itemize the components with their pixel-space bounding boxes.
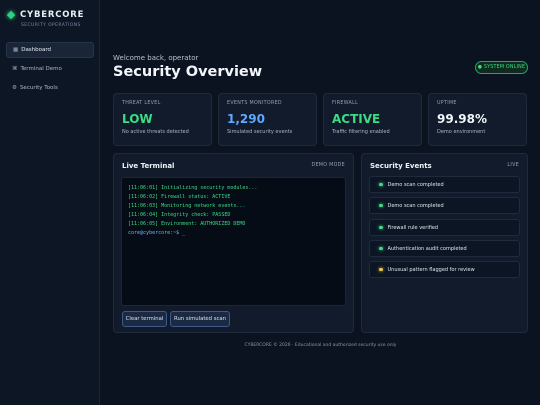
card-value: ACTIVE (332, 112, 381, 126)
run-simulated-scan-button[interactable]: Run simulated scan (170, 311, 230, 327)
welcome-text: Welcome back, operator (113, 54, 199, 62)
events-monitored-card: EVENTS MONITORED 1,290 Simulated securit… (218, 93, 317, 146)
event-item: Firewall rule verified (369, 219, 520, 236)
sidebar-item-security-tools[interactable]: ⚙ Security Tools (6, 80, 94, 96)
event-text: Firewall rule verified (387, 224, 439, 231)
sidebar-item-label: Terminal Demo (20, 66, 62, 72)
card-value: 99.98% (437, 112, 487, 126)
sidebar-item-label: Dashboard (21, 47, 52, 53)
brand-subtitle: SECURITY OPERATIONS (21, 23, 81, 28)
terminal-line: [11:06:01] Initializing security modules… (128, 185, 258, 191)
gear-icon: ⚙ (12, 85, 17, 91)
event-text: Demo scan completed (387, 202, 444, 209)
diamond-logo-icon (6, 10, 16, 20)
security-events-panel: Security Events LIVE Demo scan completed… (361, 153, 528, 333)
live-terminal-panel: Live Terminal DEMO MODE [11:06:01] Initi… (113, 153, 354, 333)
event-item: Demo scan completed (369, 197, 520, 214)
event-item: Authentication audit completed (369, 240, 520, 257)
live-tag: LIVE (507, 163, 519, 168)
card-label: FIREWALL (332, 101, 359, 106)
sidebar-item-dashboard[interactable]: ▦ Dashboard (6, 42, 94, 58)
card-subtitle: Simulated security events (227, 129, 293, 135)
footer-text: CYBERCORE © 2026 · Educational and autho… (244, 343, 397, 348)
terminal-line: [11:06:05] Environment: AUTHORIZED DEMO (128, 221, 246, 227)
main-content: Welcome back, operator Security Overview… (101, 0, 540, 405)
status-dot-icon (379, 246, 383, 251)
panel-title: Live Terminal (122, 162, 175, 170)
event-text: Authentication audit completed (387, 245, 467, 252)
sidebar-item-terminal-demo[interactable]: ⌘ Terminal Demo (6, 61, 94, 77)
card-subtitle: Demo environment (437, 129, 486, 135)
card-label: THREAT LEVEL (122, 101, 161, 106)
sidebar: CYBERCORE SECURITY OPERATIONS ▦ Dashboar… (0, 0, 100, 405)
card-subtitle: Traffic filtering enabled (332, 129, 390, 135)
sidebar-item-label: Security Tools (19, 85, 58, 91)
brand: CYBERCORE SECURITY OPERATIONS (6, 10, 85, 28)
clear-terminal-button[interactable]: Clear terminal (122, 311, 167, 327)
terminal-prompt[interactable]: core@cybercore:~$ _ (128, 229, 339, 238)
card-label: EVENTS MONITORED (227, 101, 282, 106)
event-item: Unusual pattern flagged for review (369, 261, 520, 278)
status-dot-icon (379, 182, 383, 187)
demo-mode-tag: DEMO MODE (311, 163, 345, 168)
grid-icon: ▦ (13, 47, 19, 53)
terminal-line: [11:06:02] Firewall status: ACTIVE (128, 194, 231, 200)
card-value: 1,290 (227, 112, 265, 126)
terminal-line: [11:06:04] Integrity check: PASSED (128, 212, 231, 218)
page-title: Security Overview (113, 64, 263, 80)
firewall-card: FIREWALL ACTIVE Traffic filtering enable… (323, 93, 422, 146)
threat-level-card: THREAT LEVEL LOW No active threats detec… (113, 93, 212, 146)
terminal-line: [11:06:03] Monitoring network events... (128, 203, 246, 209)
event-text: Demo scan completed (387, 181, 444, 188)
uptime-card: UPTIME 99.98% Demo environment (428, 93, 527, 146)
command-icon: ⌘ (12, 66, 18, 72)
card-value: LOW (122, 112, 153, 126)
status-dot-icon (379, 267, 383, 272)
card-label: UPTIME (437, 101, 457, 106)
status-dot-icon (379, 203, 383, 208)
card-subtitle: No active threats detected (122, 129, 189, 135)
status-dot-icon (379, 225, 383, 230)
brand-name: CYBERCORE (20, 10, 85, 20)
event-text: Unusual pattern flagged for review (387, 266, 475, 273)
terminal-output[interactable]: [11:06:01] Initializing security modules… (121, 177, 346, 306)
panel-title: Security Events (370, 162, 432, 170)
system-status-badge: ● SYSTEM ONLINE (475, 61, 528, 74)
event-item: Demo scan completed (369, 176, 520, 193)
